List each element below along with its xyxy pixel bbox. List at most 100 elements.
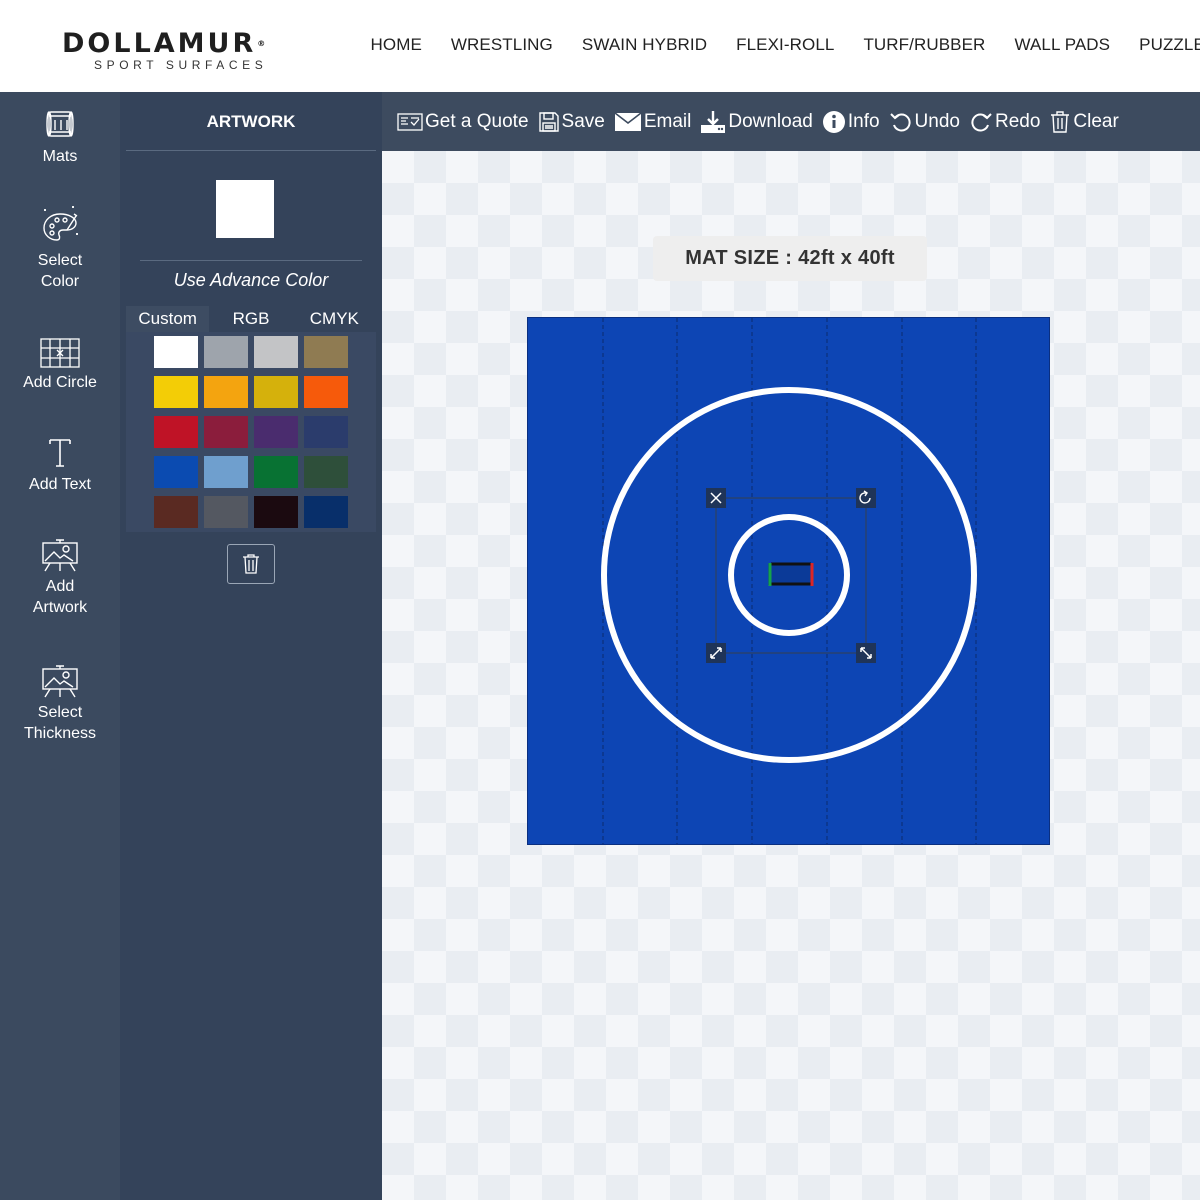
palette-icon — [43, 206, 78, 241]
nav-puzzle[interactable]: PUZZLE — [1139, 35, 1200, 55]
quote-icon — [397, 112, 423, 131]
color-swatch[interactable] — [154, 416, 198, 448]
rail-item-add-circle[interactable]: Add Circle — [0, 338, 120, 393]
toolbar-label: Clear — [1073, 110, 1119, 132]
panel-title: ARTWORK — [206, 112, 296, 131]
tab-custom[interactable]: Custom — [126, 306, 210, 332]
rail-label: Select — [37, 252, 83, 269]
logo-tagline: SPORT SURFACES — [94, 58, 268, 72]
color-swatch[interactable] — [254, 336, 298, 368]
email-button[interactable]: Email — [614, 110, 692, 133]
rail-item-add-text[interactable]: Add Text — [0, 436, 120, 495]
color-swatch[interactable] — [304, 416, 348, 448]
rail-label: Color — [40, 273, 80, 290]
mat-size-label: MAT SIZE : 42ft x 40ft — [653, 236, 927, 281]
download-button[interactable]: Download — [700, 110, 813, 134]
starting-lines-box[interactable] — [768, 563, 812, 585]
scale-handle-left[interactable] — [706, 643, 726, 663]
download-icon — [701, 110, 726, 133]
rail-label: Add — [45, 578, 75, 595]
save-icon — [538, 111, 559, 132]
color-swatch[interactable] — [304, 336, 348, 368]
color-swatch[interactable] — [304, 496, 348, 528]
editor-toolbar: Get a Quote Save Email Download Info Und… — [382, 92, 1200, 151]
rail-label: Select — [37, 704, 83, 721]
design-canvas[interactable]: MAT SIZE : 42ft x 40ft — [382, 151, 1200, 1200]
text-icon — [49, 439, 71, 467]
color-swatch[interactable] — [154, 376, 198, 408]
color-swatch[interactable] — [304, 456, 348, 488]
scale-handle-right[interactable] — [856, 643, 876, 663]
nav-turf-rubber[interactable]: TURF/RUBBER — [863, 35, 985, 55]
delete-artwork-button[interactable] — [227, 544, 275, 584]
toolbar-label: Save — [561, 110, 605, 132]
trash-icon — [1051, 110, 1070, 133]
tab-rgb[interactable]: RGB — [209, 306, 292, 332]
email-icon — [614, 111, 642, 131]
easel-icon — [42, 539, 78, 572]
rail-label: Mats — [42, 148, 78, 165]
selected-color-preview — [216, 180, 274, 238]
artwork-panel: ARTWORK Use Advance Color Custom RGB CMY… — [120, 92, 382, 1200]
site-header: DOLLAMUR® SPORT SURFACES HOME WRESTLING … — [0, 0, 1200, 92]
color-swatch[interactable] — [254, 456, 298, 488]
clear-button[interactable]: Clear — [1049, 110, 1119, 134]
logo-wordmark: DOLLAMUR® — [62, 28, 266, 59]
color-swatch[interactable] — [154, 336, 198, 368]
color-swatch[interactable] — [204, 496, 248, 528]
rail-label: Artwork — [32, 599, 88, 616]
nav-wall-pads[interactable]: WALL PADS — [1014, 35, 1110, 55]
color-swatch[interactable] — [204, 376, 248, 408]
mat-roll-icon — [46, 111, 74, 137]
divider — [126, 150, 376, 151]
info-icon — [822, 110, 845, 133]
get-a-quote-button[interactable]: Get a Quote — [397, 111, 529, 133]
color-swatch[interactable] — [154, 456, 198, 488]
color-swatch[interactable] — [254, 416, 298, 448]
redo-button[interactable]: Redo — [969, 110, 1040, 134]
toolbar-label: Undo — [914, 110, 960, 132]
color-mode-tabs: Custom RGB CMYK — [126, 306, 376, 332]
toolbar-label: Download — [728, 110, 813, 132]
color-swatch[interactable] — [204, 336, 248, 368]
easel-icon — [42, 665, 78, 698]
rotate-handle[interactable] — [856, 488, 876, 508]
grid-circle-icon — [40, 338, 80, 368]
rail-item-select-thickness[interactable]: Select Thickness — [0, 662, 120, 744]
undo-icon — [889, 112, 911, 131]
undo-button[interactable]: Undo — [889, 110, 960, 134]
info-button[interactable]: Info — [822, 110, 880, 134]
rail-item-mats[interactable]: Mats — [0, 108, 120, 167]
color-swatch[interactable] — [204, 456, 248, 488]
wrestling-mat[interactable] — [527, 317, 1050, 845]
color-swatch[interactable] — [304, 376, 348, 408]
toolbar-label: Email — [643, 110, 692, 132]
toolbar-label: Redo — [994, 110, 1041, 132]
rail-label: Thickness — [23, 725, 97, 742]
save-button[interactable]: Save — [538, 111, 605, 133]
toolbar-label: Info — [847, 110, 880, 132]
main-nav: HOME WRESTLING SWAIN HYBRID FLEXI-ROLL T… — [356, 35, 1200, 55]
color-swatch[interactable] — [254, 376, 298, 408]
divider — [140, 260, 362, 261]
rail-item-select-color[interactable]: Select Color — [0, 204, 120, 292]
dollamur-logo[interactable]: DOLLAMUR® SPORT SURFACES — [62, 28, 302, 73]
nav-home[interactable]: HOME — [371, 35, 422, 55]
toolbar-label: Get a Quote — [425, 110, 529, 132]
redo-icon — [971, 112, 992, 131]
use-advance-color-link[interactable]: Use Advance Color — [120, 270, 382, 291]
nav-swain-hybrid[interactable]: SWAIN HYBRID — [582, 35, 707, 55]
tool-rail: Mats Select Color Add Circle Add Text Ad… — [0, 92, 120, 1200]
rail-label: Add Text — [29, 476, 91, 493]
nav-flexi-roll[interactable]: FLEXI-ROLL — [736, 35, 834, 55]
tab-cmyk[interactable]: CMYK — [293, 306, 376, 332]
delete-handle[interactable] — [706, 488, 726, 508]
color-swatch-grid — [126, 332, 376, 532]
color-swatch[interactable] — [254, 496, 298, 528]
color-swatch[interactable] — [204, 416, 248, 448]
trash-icon — [243, 554, 259, 574]
color-swatch[interactable] — [154, 496, 198, 528]
mat-drawing — [601, 318, 977, 844]
rail-item-add-artwork[interactable]: Add Artwork — [0, 536, 120, 618]
nav-wrestling[interactable]: WRESTLING — [451, 35, 553, 55]
